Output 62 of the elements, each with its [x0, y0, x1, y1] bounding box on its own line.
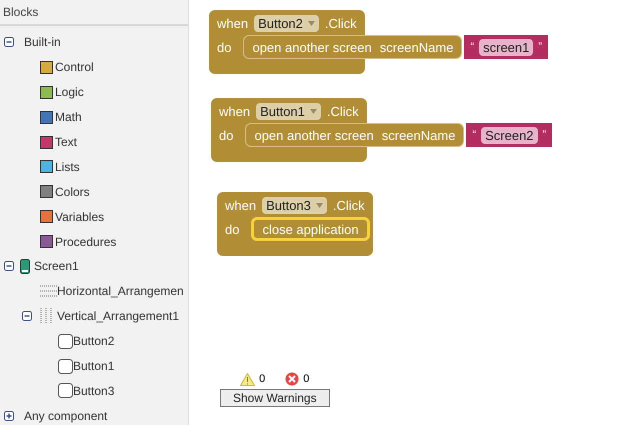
tree-item[interactable]: Screen1	[34, 259, 79, 274]
tree-item[interactable]: Any component	[24, 408, 108, 423]
event-label: .Click	[326, 104, 359, 118]
tree-item[interactable]: Horizontal_Arrangemen	[57, 284, 184, 298]
button-icon	[58, 334, 73, 349]
collapse-toggle[interactable]	[4, 261, 14, 272]
component-dropdown[interactable]: Button3	[262, 196, 327, 214]
warning-icon	[240, 372, 256, 386]
statement-label: close application	[262, 222, 359, 236]
statement-label: open another screen	[254, 128, 374, 142]
tree-item[interactable]: Vertical_Arrangement1	[57, 309, 180, 324]
error-count: 0	[303, 373, 310, 385]
expand-toggle[interactable]	[4, 410, 14, 421]
event-block[interactable]: when Button3 .Click do close application	[217, 192, 373, 256]
button-icon	[58, 358, 73, 374]
keyword-label: when	[225, 198, 256, 212]
dropdown-arrow-icon	[316, 202, 323, 208]
collapse-toggle[interactable]	[22, 311, 32, 322]
quote-mark: “	[470, 41, 474, 53]
tree-item[interactable]: Built-in	[24, 35, 61, 50]
tree-item[interactable]: Colors	[55, 184, 90, 199]
component-dropdown[interactable]: Button1	[256, 102, 321, 120]
statement-label: open another screen	[252, 40, 372, 54]
keyword-label: do	[217, 40, 232, 54]
text-block[interactable]: “ screen1 ”	[464, 35, 548, 59]
event-label: .Click	[332, 198, 365, 212]
tree-item[interactable]: Button3	[73, 384, 114, 398]
tree-item[interactable]: Math	[55, 110, 82, 124]
panel-title: Blocks	[0, 0, 188, 26]
tree-item[interactable]: Lists	[55, 160, 80, 174]
collapse-toggle[interactable]	[4, 37, 14, 48]
show-warnings-button[interactable]: Show Warnings	[220, 389, 330, 407]
error-icon	[285, 372, 300, 386]
event-label: .Click	[324, 16, 357, 30]
tree-item[interactable]: Button2	[73, 334, 114, 348]
tree-item[interactable]: Variables	[55, 210, 104, 224]
warning-count: 0	[259, 373, 266, 385]
event-block[interactable]: when Button1 .Click do open another screen screenName “ Screen2 ”	[211, 98, 552, 162]
tree-item[interactable]: Procedures	[55, 234, 116, 249]
keyword-label: do	[225, 222, 240, 236]
keyword-label: when	[219, 104, 250, 118]
keyword-label: do	[219, 128, 234, 142]
tree-item[interactable]: Control	[55, 60, 94, 74]
phone-icon	[20, 258, 30, 274]
event-block[interactable]: when Button2 .Click do open another screen screenName “ screen1 ”	[209, 10, 548, 74]
tree-item[interactable]: Logic	[55, 85, 84, 100]
parameter-label: screenName	[382, 128, 456, 142]
quote-mark: “	[472, 129, 476, 141]
tree-item[interactable]: Text	[55, 135, 78, 149]
dropdown-arrow-icon	[310, 108, 317, 114]
string-field[interactable]: screen1	[479, 38, 534, 56]
quote-mark: ”	[538, 41, 542, 53]
horizontal-arrangement-icon	[40, 285, 57, 298]
quote-mark: ”	[542, 129, 546, 141]
parameter-label: screenName	[380, 40, 454, 54]
text-block[interactable]: “ Screen2 ”	[466, 123, 552, 147]
string-field[interactable]: Screen2	[481, 126, 538, 144]
tree-item[interactable]: Button1	[73, 359, 114, 374]
dropdown-arrow-icon	[308, 20, 315, 26]
keyword-label: when	[217, 16, 248, 30]
button-icon	[58, 383, 73, 398]
component-dropdown[interactable]: Button2	[254, 14, 319, 32]
